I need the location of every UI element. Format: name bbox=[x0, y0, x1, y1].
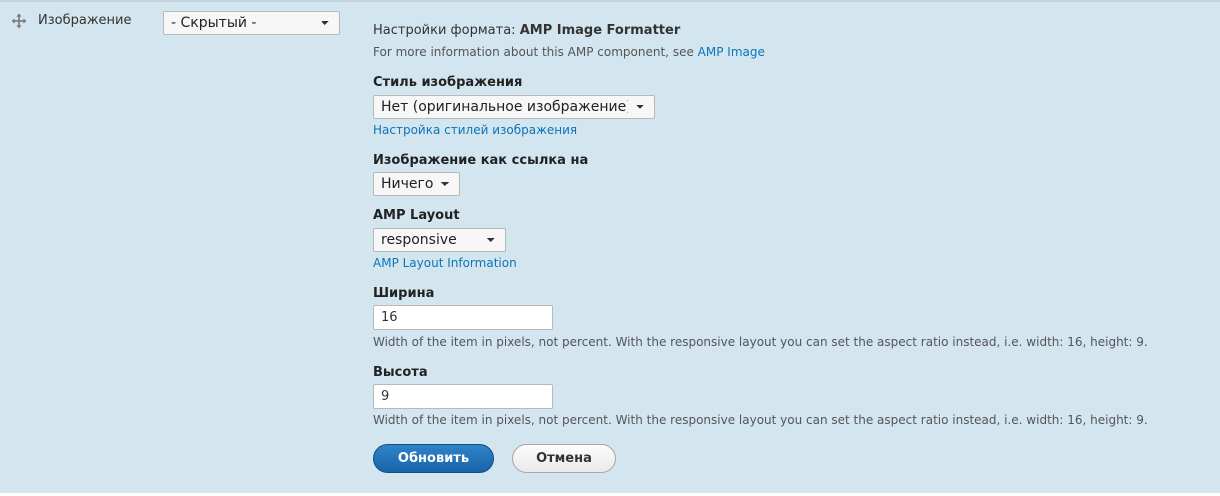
formatter-name: AMP Image Formatter bbox=[519, 23, 681, 38]
amp-layout-info-link[interactable]: AMP Layout Information bbox=[373, 256, 517, 270]
height-description: Width of the item in pixels, not percent… bbox=[373, 413, 1148, 427]
width-input[interactable] bbox=[373, 305, 553, 330]
amp-layout-label: AMP Layout bbox=[373, 208, 460, 223]
width-description: Width of the item in pixels, not percent… bbox=[373, 335, 1148, 349]
amp-layout-select[interactable]: responsive bbox=[373, 228, 506, 252]
top-border bbox=[0, 0, 1220, 2]
formatter-info-text: For more information about this AMP comp… bbox=[373, 45, 694, 59]
formatter-title: Настройки формата: AMP Image Formatter bbox=[373, 23, 680, 38]
update-button[interactable]: Обновить bbox=[373, 444, 494, 473]
image-link-select[interactable]: Ничего bbox=[373, 172, 460, 196]
image-link-label: Изображение как ссылка на bbox=[373, 153, 589, 168]
amp-image-link[interactable]: AMP Image bbox=[698, 45, 765, 59]
image-style-select[interactable]: Нет (оригинальное изображение) bbox=[373, 95, 655, 119]
image-style-label: Стиль изображения bbox=[373, 75, 523, 90]
width-label: Ширина bbox=[373, 286, 435, 301]
formatter-info: For more information about this AMP comp… bbox=[373, 45, 765, 59]
height-input[interactable] bbox=[373, 384, 553, 409]
format-select[interactable]: - Скрытый - bbox=[163, 11, 340, 35]
field-label: Изображение bbox=[38, 13, 132, 28]
formatter-title-prefix: Настройки формата: bbox=[373, 23, 516, 38]
height-label: Высота bbox=[373, 365, 428, 380]
cancel-button[interactable]: Отмена bbox=[512, 444, 616, 473]
image-styles-config-link[interactable]: Настройка стилей изображения bbox=[373, 123, 577, 137]
move-arrows-icon[interactable] bbox=[11, 13, 27, 29]
